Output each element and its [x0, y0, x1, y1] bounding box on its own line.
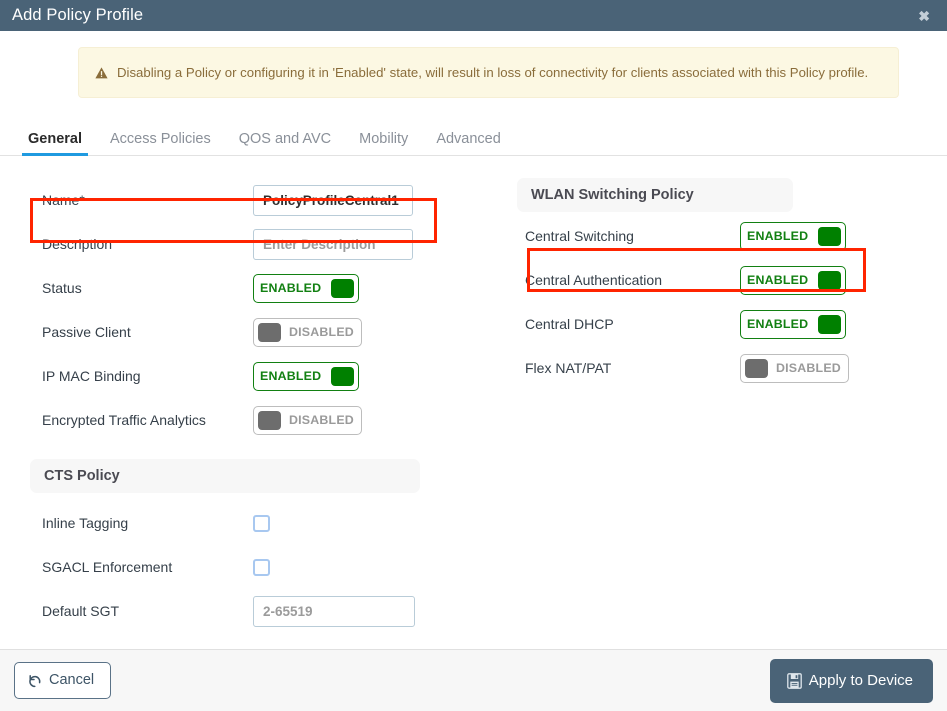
- apply-to-device-button[interactable]: Apply to Device: [769, 658, 933, 703]
- apply-to-device-button-label: Apply to Device: [808, 672, 913, 689]
- dialog-title: Add Policy Profile: [12, 6, 144, 25]
- cts-policy-section-heading: CTS Policy: [30, 459, 420, 493]
- encrypted-traffic-analytics-row: Encrypted Traffic Analytics DISABLED: [30, 398, 500, 442]
- dialog-titlebar: Add Policy Profile ✖: [0, 0, 947, 31]
- central-dhcp-toggle-knob: [818, 314, 842, 334]
- central-dhcp-toggle-label: ENABLED: [747, 316, 809, 331]
- warning-triangle-icon: [95, 66, 108, 79]
- central-switching-row: Central Switching ENABLED: [517, 214, 920, 258]
- passive-client-row: Passive Client DISABLED: [30, 310, 500, 354]
- name-label: Name*: [42, 192, 85, 208]
- flex-nat-pat-label: Flex NAT/PAT: [525, 360, 612, 376]
- central-authentication-toggle-knob: [818, 270, 842, 290]
- encrypted-traffic-analytics-label: Encrypted Traffic Analytics: [42, 412, 206, 428]
- tab-mobility[interactable]: Mobility: [345, 131, 422, 156]
- central-authentication-toggle-label: ENABLED: [747, 272, 809, 287]
- tab-access-policies[interactable]: Access Policies: [96, 131, 225, 156]
- ip-mac-binding-toggle[interactable]: ENABLED: [253, 361, 360, 391]
- wlan-switching-policy-section-heading: WLAN Switching Policy: [517, 178, 793, 212]
- central-authentication-control: ENABLED: [740, 265, 847, 295]
- default-sgt-label: Default SGT: [42, 603, 120, 619]
- default-sgt-row: Default SGT 2-65519: [30, 589, 500, 633]
- dialog-footer: Cancel Apply to Device: [0, 649, 947, 711]
- central-switching-toggle-knob: [818, 226, 842, 246]
- cancel-button[interactable]: Cancel: [14, 662, 112, 699]
- status-label: Status: [42, 280, 82, 296]
- default-sgt-input[interactable]: 2-65519: [253, 595, 415, 627]
- tab-advanced[interactable]: Advanced: [422, 131, 515, 156]
- status-toggle-knob: [331, 278, 355, 298]
- sgacl-enforcement-label: SGACL Enforcement: [42, 559, 173, 575]
- central-switching-control: ENABLED: [740, 221, 847, 251]
- status-toggle-label: ENABLED: [260, 280, 322, 295]
- passive-client-toggle[interactable]: DISABLED: [253, 317, 362, 347]
- description-input[interactable]: Enter Description: [253, 228, 413, 260]
- encrypted-traffic-analytics-toggle-label: DISABLED: [289, 412, 354, 427]
- description-control: Enter Description: [253, 228, 413, 260]
- right-column: WLAN Switching Policy Central Switching …: [500, 178, 920, 633]
- inline-tagging-control: [253, 514, 270, 532]
- ip-mac-binding-control: ENABLED: [253, 361, 360, 391]
- tab-bar: General Access Policies QOS and AVC Mobi…: [0, 119, 947, 156]
- warning-banner: Disabling a Policy or configuring it in …: [78, 47, 899, 98]
- encrypted-traffic-analytics-toggle[interactable]: DISABLED: [253, 405, 362, 435]
- flex-nat-pat-toggle-knob: [745, 358, 768, 378]
- central-switching-toggle-label: ENABLED: [747, 228, 809, 243]
- warning-text: Disabling a Policy or configuring it in …: [117, 64, 869, 80]
- description-label: Description: [42, 236, 113, 252]
- name-row: Name* PolicyProfileCentral1: [30, 178, 500, 222]
- central-switching-toggle[interactable]: ENABLED: [740, 221, 847, 251]
- left-column: Name* PolicyProfileCentral1 Description …: [0, 178, 500, 633]
- flex-nat-pat-toggle[interactable]: DISABLED: [740, 353, 849, 383]
- flex-nat-pat-toggle-label: DISABLED: [776, 360, 841, 375]
- dialog-body: Disabling a Policy or configuring it in …: [0, 31, 947, 649]
- inline-tagging-label: Inline Tagging: [42, 515, 129, 531]
- flex-nat-pat-control: DISABLED: [740, 353, 849, 383]
- inline-tagging-checkbox[interactable]: [253, 514, 270, 532]
- ip-mac-binding-toggle-knob: [331, 366, 355, 386]
- undo-arrow-icon: [28, 674, 42, 688]
- central-dhcp-label: Central DHCP: [525, 316, 614, 332]
- ip-mac-binding-label: IP MAC Binding: [42, 368, 141, 384]
- form-columns: Name* PolicyProfileCentral1 Description …: [0, 156, 947, 633]
- name-control: PolicyProfileCentral1: [253, 184, 413, 216]
- passive-client-label: Passive Client: [42, 324, 131, 340]
- description-row: Description Enter Description: [30, 222, 500, 266]
- inline-tagging-row: Inline Tagging: [30, 501, 500, 545]
- sgacl-enforcement-control: [253, 558, 270, 576]
- encrypted-traffic-analytics-toggle-knob: [258, 410, 281, 430]
- passive-client-toggle-knob: [258, 322, 281, 342]
- flex-nat-pat-row: Flex NAT/PAT DISABLED: [517, 346, 920, 390]
- add-policy-profile-dialog: Add Policy Profile ✖ Disabling a Policy …: [0, 0, 947, 711]
- central-authentication-label: Central Authentication: [525, 272, 662, 288]
- central-authentication-toggle[interactable]: ENABLED: [740, 265, 847, 295]
- cancel-button-label: Cancel: [49, 672, 95, 689]
- central-switching-label: Central Switching: [525, 228, 634, 244]
- central-authentication-row: Central Authentication ENABLED: [517, 258, 920, 302]
- default-sgt-control: 2-65519: [253, 595, 415, 627]
- name-input[interactable]: PolicyProfileCentral1: [253, 184, 413, 216]
- status-row: Status ENABLED: [30, 266, 500, 310]
- warning-banner-wrapper: Disabling a Policy or configuring it in …: [0, 31, 947, 98]
- passive-client-control: DISABLED: [253, 317, 362, 347]
- central-dhcp-control: ENABLED: [740, 309, 847, 339]
- ip-mac-binding-row: IP MAC Binding ENABLED: [30, 354, 500, 398]
- central-dhcp-toggle[interactable]: ENABLED: [740, 309, 847, 339]
- status-toggle[interactable]: ENABLED: [253, 273, 360, 303]
- central-dhcp-row: Central DHCP ENABLED: [517, 302, 920, 346]
- encrypted-traffic-analytics-control: DISABLED: [253, 405, 362, 435]
- close-icon[interactable]: ✖: [915, 7, 933, 25]
- passive-client-toggle-label: DISABLED: [289, 324, 354, 339]
- tab-general[interactable]: General: [14, 131, 96, 156]
- status-control: ENABLED: [253, 273, 360, 303]
- sgacl-enforcement-checkbox[interactable]: [253, 558, 270, 576]
- tab-qos-and-avc[interactable]: QOS and AVC: [225, 131, 345, 156]
- save-disk-icon: [786, 672, 802, 689]
- sgacl-enforcement-row: SGACL Enforcement: [30, 545, 500, 589]
- ip-mac-binding-toggle-label: ENABLED: [260, 368, 322, 383]
